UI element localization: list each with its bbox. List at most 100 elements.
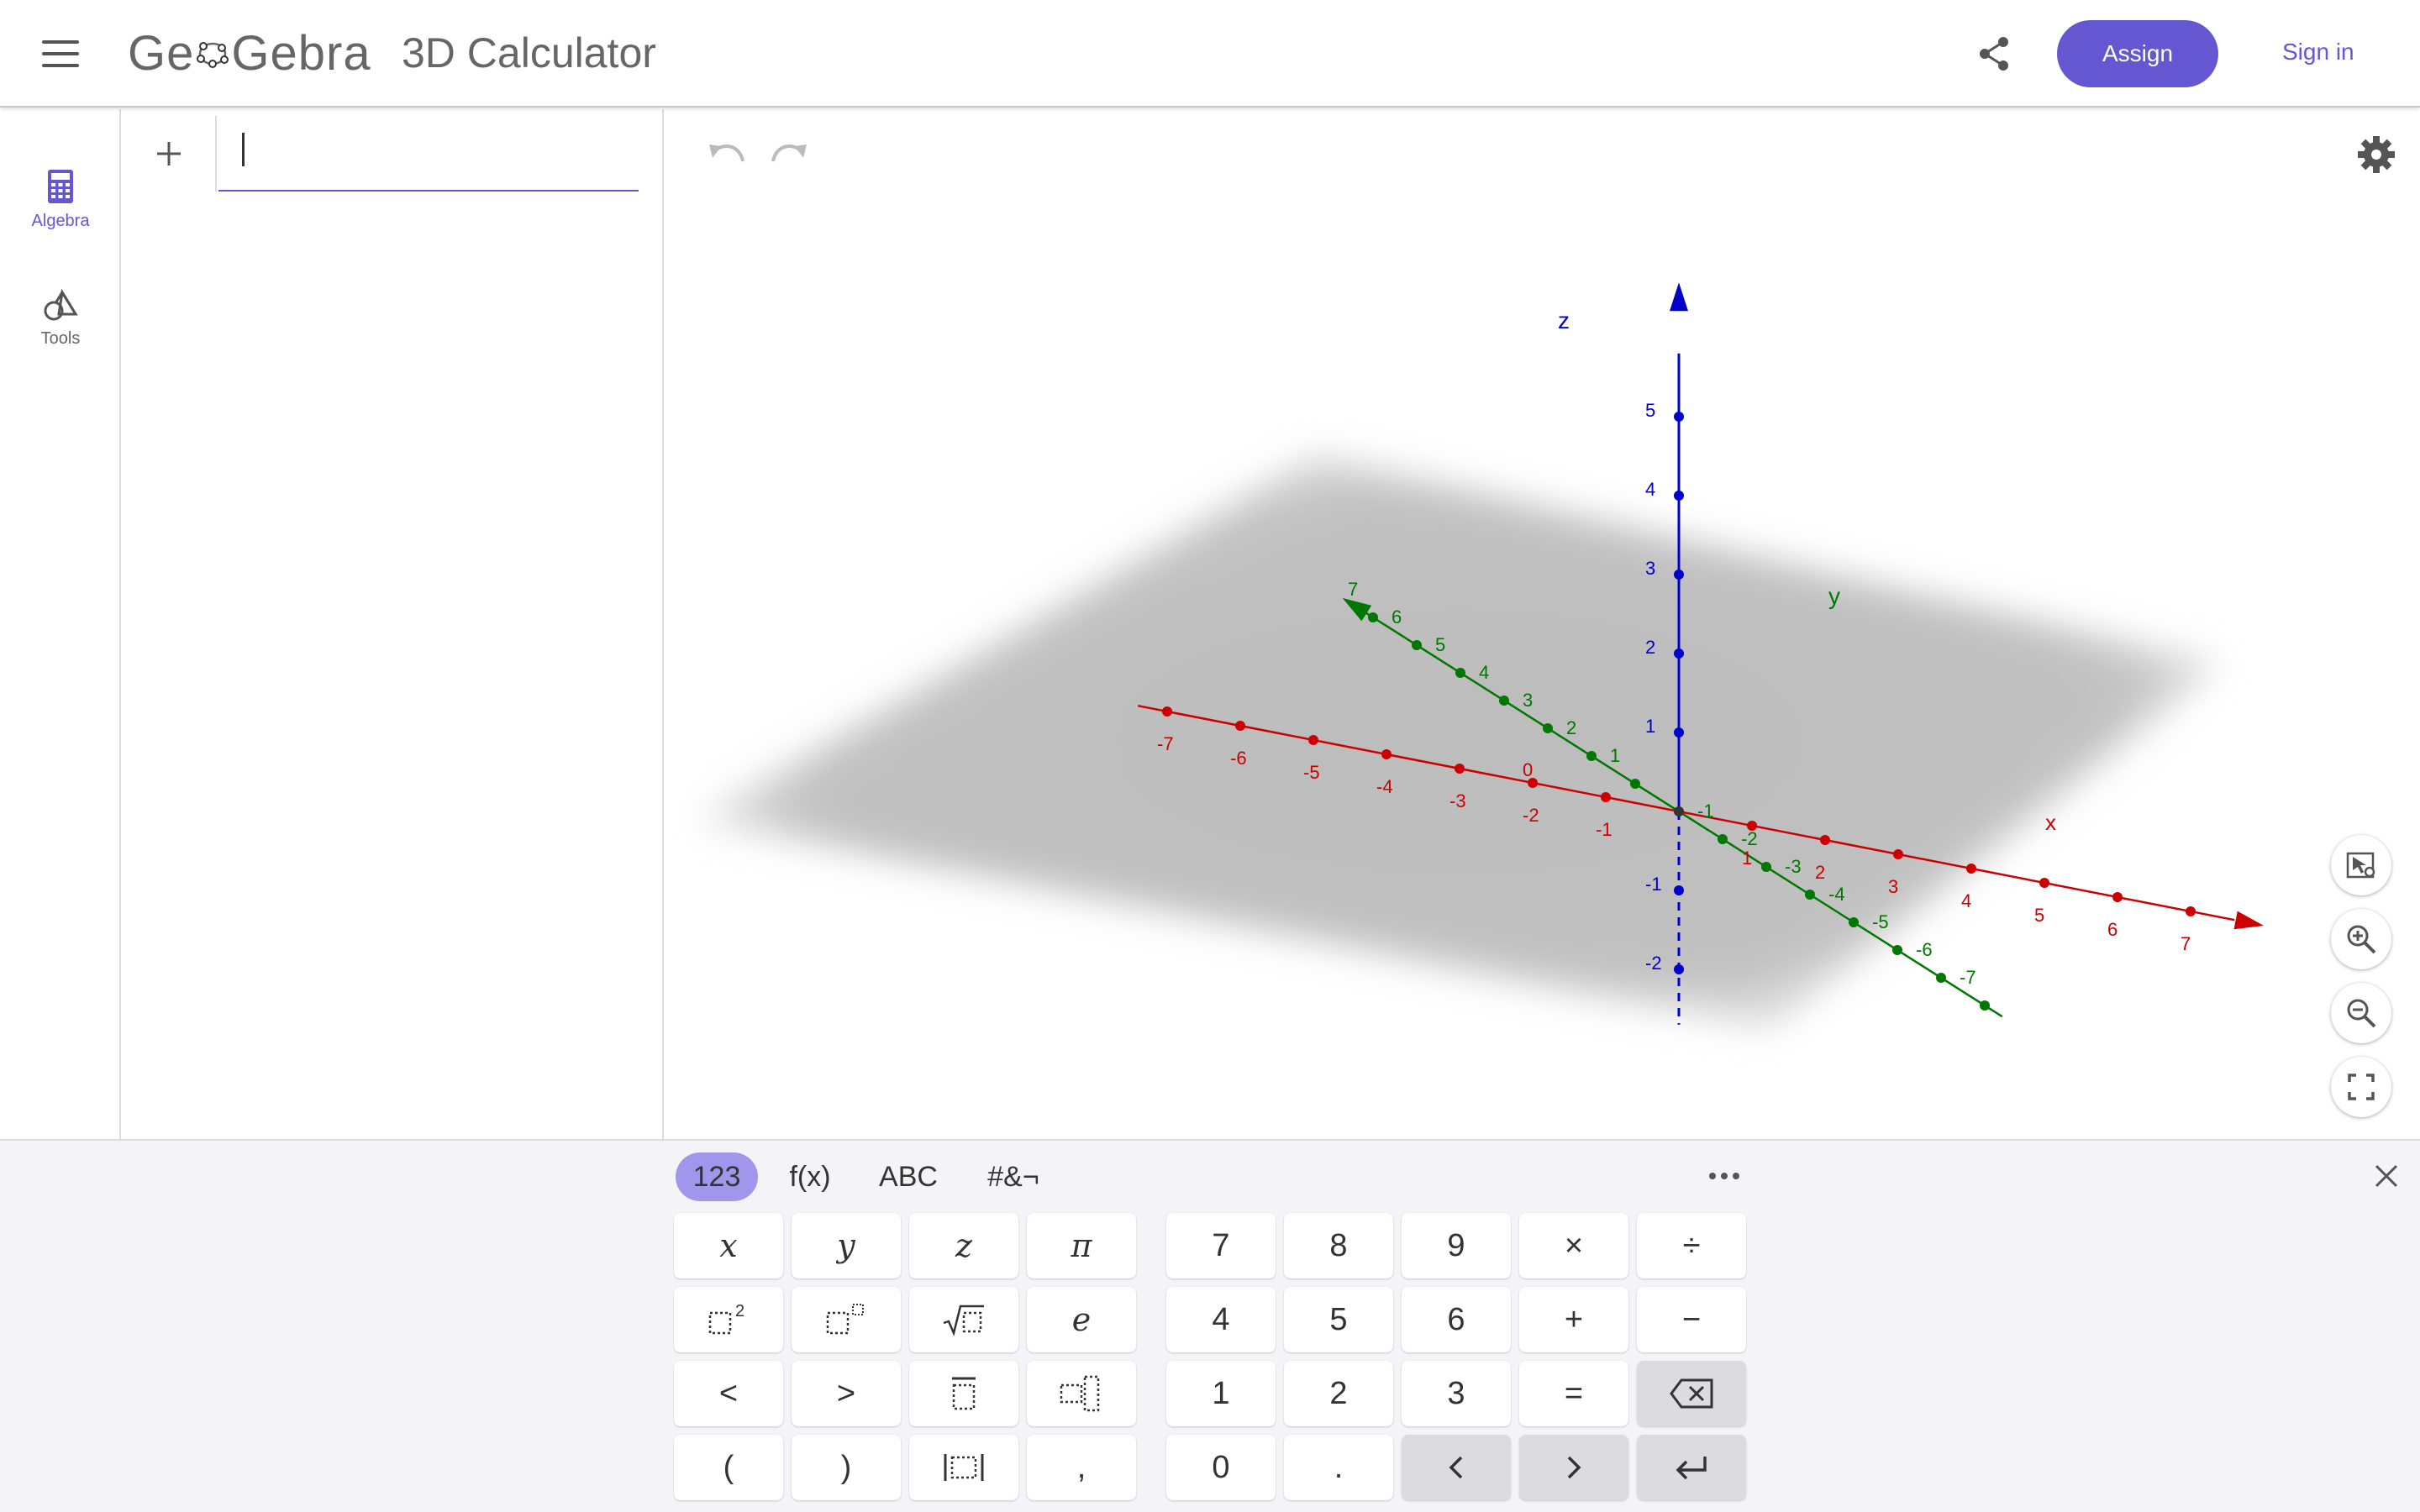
y-tick--5 — [1892, 945, 1902, 955]
x-tick-2 — [1820, 835, 1830, 845]
undo-icon[interactable] — [706, 136, 750, 173]
x-tick-label-7: 7 — [2181, 933, 2191, 954]
key-4[interactable]: 4 — [1166, 1287, 1276, 1352]
key-e[interactable]: e — [1027, 1287, 1136, 1352]
y-tick-label-7: 7 — [1348, 579, 1359, 600]
key-minus[interactable]: − — [1637, 1287, 1746, 1352]
key-subscript[interactable] — [1027, 1361, 1136, 1426]
y-tick-2 — [1586, 751, 1597, 761]
key-5[interactable]: 5 — [1284, 1287, 1393, 1352]
key-1[interactable]: 1 — [1166, 1361, 1276, 1426]
rail-item-tools[interactable]: Tools — [0, 289, 121, 381]
y-tick-label--5: -5 — [1872, 911, 1889, 932]
key-x[interactable]: x — [674, 1213, 783, 1278]
key-power[interactable] — [792, 1287, 901, 1352]
algebra-input[interactable] — [218, 116, 639, 192]
square-template-icon: 2 — [708, 1302, 744, 1335]
zoom-in-icon — [2347, 925, 2376, 954]
zoom-in-button[interactable] — [2331, 909, 2391, 969]
x-tick--5 — [1308, 735, 1318, 745]
key-cursor-right[interactable] — [1519, 1435, 1628, 1500]
keyboard-tab-functions[interactable]: f(x) — [778, 1152, 842, 1201]
key-cursor-left[interactable] — [1402, 1435, 1511, 1500]
key-decimal[interactable]: . — [1284, 1435, 1393, 1500]
view-direction-button[interactable] — [2331, 835, 2391, 895]
key-7[interactable]: 7 — [1166, 1213, 1276, 1278]
key-8[interactable]: 8 — [1284, 1213, 1393, 1278]
more-options-icon[interactable] — [1702, 1154, 1746, 1198]
key-open-paren[interactable]: ( — [674, 1435, 783, 1500]
graphics-3d-view[interactable]: x y z 0 -7 -6 -5 -4 -3 -2 -1 1 2 3 4 5 6 7 -7 -6 -5 -4 -3 -… — [666, 109, 2420, 1139]
key-equals[interactable]: = — [1519, 1361, 1628, 1426]
backspace-icon — [1670, 1378, 1713, 1409]
z-tick-5 — [1674, 412, 1684, 422]
key-plus[interactable]: + — [1519, 1287, 1628, 1352]
z-tick-label--2: -2 — [1645, 953, 1662, 974]
key-backspace[interactable] — [1637, 1361, 1746, 1426]
key-less-than[interactable]: < — [674, 1361, 783, 1426]
chevron-left-icon — [1449, 1456, 1463, 1479]
z-tick-label-2: 2 — [1645, 637, 1656, 658]
menu-icon[interactable] — [37, 34, 84, 74]
x-tick-label--5: -5 — [1303, 762, 1320, 783]
rail-item-algebra[interactable]: Algebra — [0, 168, 121, 260]
key-6[interactable]: 6 — [1402, 1287, 1511, 1352]
x-tick-label--2: -2 — [1523, 805, 1539, 826]
key-pi[interactable]: π — [1027, 1213, 1136, 1278]
gear-icon[interactable] — [2354, 133, 2398, 176]
fullscreen-button[interactable] — [2331, 1057, 2391, 1117]
y-tick-label-1: 1 — [1610, 745, 1621, 766]
key-enter[interactable] — [1637, 1435, 1746, 1500]
y-tick-label-2: 2 — [1566, 717, 1577, 738]
x-tick-label--1: -1 — [1596, 819, 1612, 840]
z-tick-label-5: 5 — [1645, 400, 1656, 421]
3d-scene[interactable] — [666, 109, 2420, 1139]
key-greater-than[interactable]: > — [792, 1361, 901, 1426]
left-rail: Algebra Tools — [0, 109, 121, 1139]
key-abs[interactable] — [909, 1435, 1018, 1500]
xy-plane-core — [766, 497, 2161, 983]
algebra-panel — [123, 109, 770, 1139]
y-tick--1 — [1718, 834, 1728, 844]
keyboard-tab-abc[interactable]: ABC — [871, 1152, 946, 1201]
zoom-out-button[interactable] — [2331, 983, 2391, 1043]
add-item-button[interactable] — [123, 116, 217, 192]
key-comma[interactable]: , — [1027, 1435, 1136, 1500]
y-tick-3 — [1543, 723, 1553, 733]
view-in-front-icon — [2346, 852, 2375, 879]
key-9[interactable]: 9 — [1402, 1213, 1511, 1278]
x-tick-label--7: -7 — [1157, 733, 1174, 754]
key-close-paren[interactable]: ) — [792, 1435, 901, 1500]
key-z[interactable]: z — [909, 1213, 1018, 1278]
sign-in-link[interactable]: Sign in — [2282, 39, 2354, 66]
key-square[interactable]: 2 — [674, 1287, 783, 1352]
key-2[interactable]: 2 — [1284, 1361, 1393, 1426]
z-tick-label-4: 4 — [1645, 479, 1656, 500]
enter-icon — [1676, 1457, 1707, 1480]
key-overline[interactable] — [909, 1361, 1018, 1426]
zoom-out-icon — [2347, 999, 2376, 1028]
keyboard-tab-symbols[interactable]: #&¬ — [980, 1152, 1047, 1201]
y-tick--3 — [1805, 890, 1815, 900]
y-tick--2 — [1761, 862, 1771, 872]
x-tick-6 — [2112, 892, 2123, 902]
share-icon[interactable] — [1973, 32, 2017, 76]
y-tick-4 — [1499, 696, 1509, 706]
key-divide[interactable]: ÷ — [1637, 1213, 1746, 1278]
assign-button[interactable]: Assign — [2057, 20, 2218, 87]
key-y[interactable]: y — [792, 1213, 901, 1278]
overline-template-icon — [952, 1377, 976, 1410]
close-keyboard-icon[interactable] — [2365, 1154, 2408, 1198]
axis-label-y: y — [1828, 583, 1840, 609]
power-template-icon — [826, 1304, 864, 1335]
key-3[interactable]: 3 — [1402, 1361, 1511, 1426]
key-sqrt[interactable] — [909, 1287, 1018, 1352]
z-tick-3 — [1674, 570, 1684, 580]
keyboard-tab-123[interactable]: 123 — [676, 1152, 758, 1201]
key-multiply[interactable]: × — [1519, 1213, 1628, 1278]
subscript-template-icon — [1060, 1375, 1100, 1412]
redo-icon[interactable] — [766, 136, 810, 173]
y-tick-label--2: -2 — [1741, 828, 1758, 849]
key-0[interactable]: 0 — [1166, 1435, 1276, 1500]
rail-label-tools: Tools — [40, 329, 81, 348]
